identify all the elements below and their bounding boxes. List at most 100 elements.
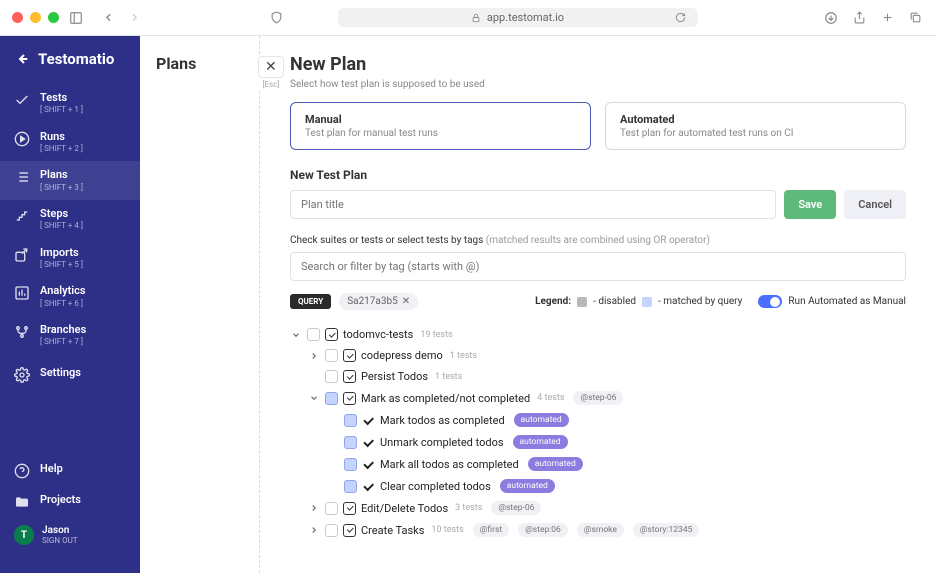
chevron-right-icon[interactable] bbox=[308, 502, 320, 514]
cancel-button[interactable]: Cancel bbox=[844, 190, 906, 219]
import-icon bbox=[14, 247, 30, 263]
automated-badge: automated bbox=[513, 435, 568, 449]
automated-badge: automated bbox=[514, 413, 569, 427]
tag: @first bbox=[473, 523, 509, 537]
play-icon bbox=[14, 131, 30, 147]
chevron-down-icon[interactable] bbox=[290, 329, 302, 341]
query-chip[interactable]: Sa217a3b5 ✕ bbox=[339, 293, 418, 310]
avatar: T bbox=[14, 525, 34, 545]
chevron-right-icon[interactable] bbox=[308, 350, 320, 362]
automated-badge: automated bbox=[528, 457, 583, 471]
close-window[interactable] bbox=[12, 12, 23, 23]
tag: @step-06 bbox=[573, 391, 623, 405]
automated-badge: automated bbox=[500, 479, 555, 493]
chevron-down-icon[interactable] bbox=[308, 392, 320, 404]
close-panel-button[interactable]: ✕ [Esc] bbox=[258, 56, 284, 89]
sidebar-toggle-icon[interactable] bbox=[67, 9, 85, 27]
tree-test[interactable]: Clear completed todos automated bbox=[344, 475, 906, 497]
branch-icon bbox=[14, 324, 30, 340]
remove-query-icon[interactable]: ✕ bbox=[402, 296, 410, 307]
checkmark-icon bbox=[362, 439, 375, 445]
tree-suite[interactable]: codepress demo 1 tests bbox=[308, 345, 906, 366]
suite-icon bbox=[343, 349, 356, 362]
checkbox[interactable] bbox=[344, 414, 357, 427]
tree-test[interactable]: Unmark completed todos automated bbox=[344, 431, 906, 453]
forward-icon[interactable] bbox=[125, 9, 143, 27]
tag: @step-06 bbox=[491, 501, 541, 515]
steps-icon bbox=[14, 208, 30, 224]
sidebar-item-steps[interactable]: Steps[ SHIFT + 4 ] bbox=[0, 200, 140, 239]
gear-icon bbox=[14, 367, 30, 383]
share-icon[interactable] bbox=[850, 9, 868, 27]
legend-matched-swatch bbox=[642, 297, 652, 307]
user-menu[interactable]: T Jason SIGN OUT bbox=[0, 517, 140, 553]
checkmark-icon bbox=[362, 483, 375, 489]
checkbox[interactable] bbox=[344, 436, 357, 449]
checkbox[interactable] bbox=[344, 458, 357, 471]
tree-suite[interactable]: Mark as completed/not completed 4 tests@… bbox=[308, 387, 906, 409]
minimize-window[interactable] bbox=[30, 12, 41, 23]
shield-icon[interactable] bbox=[268, 9, 286, 27]
tree-suite[interactable]: Edit/Delete Todos 3 tests@step-06 bbox=[308, 497, 906, 519]
checkbox[interactable] bbox=[307, 328, 320, 341]
legend: Legend: - disabled - matched by query Ru… bbox=[535, 295, 906, 308]
save-button[interactable]: Save bbox=[784, 190, 836, 219]
page-title: New Plan bbox=[290, 54, 906, 75]
suite-icon bbox=[325, 328, 338, 341]
check-icon bbox=[14, 92, 30, 108]
main-panel: New Plan Select how test plan is suppose… bbox=[260, 36, 936, 573]
tag: @smoke bbox=[577, 523, 624, 537]
checkbox[interactable] bbox=[325, 502, 338, 515]
back-icon[interactable] bbox=[99, 9, 117, 27]
sidebar-item-analytics[interactable]: Analytics[ SHIFT + 6 ] bbox=[0, 277, 140, 316]
checkbox[interactable] bbox=[325, 349, 338, 362]
chevron-right-icon[interactable] bbox=[308, 371, 320, 383]
sidebar-item-branches[interactable]: Branches[ SHIFT + 7 ] bbox=[0, 316, 140, 355]
sidebar-item-help[interactable]: Help bbox=[0, 455, 140, 486]
window-controls bbox=[12, 12, 59, 23]
sidebar-item-plans[interactable]: Plans[ SHIFT + 3 ] bbox=[0, 161, 140, 200]
lock-icon bbox=[471, 13, 481, 23]
sidebar-item-tests[interactable]: Tests[ SHIFT + 1 ] bbox=[0, 84, 140, 123]
filter-input[interactable] bbox=[290, 252, 906, 281]
suite-icon bbox=[343, 392, 356, 405]
plan-type-automated[interactable]: Automated Test plan for automated test r… bbox=[605, 102, 906, 150]
url-text: app.testomat.io bbox=[487, 11, 564, 24]
new-tab-icon[interactable] bbox=[878, 9, 896, 27]
sidebar-item-imports[interactable]: Imports[ SHIFT + 5 ] bbox=[0, 239, 140, 278]
checkbox[interactable] bbox=[325, 392, 338, 405]
tag: @step:06 bbox=[518, 523, 568, 537]
chart-icon bbox=[14, 285, 30, 301]
tree-test[interactable]: Mark all todos as completed automated bbox=[344, 453, 906, 475]
checkbox[interactable] bbox=[325, 370, 338, 383]
plan-type-manual[interactable]: Manual Test plan for manual test runs bbox=[290, 102, 591, 150]
maximize-window[interactable] bbox=[48, 12, 59, 23]
checkmark-icon bbox=[362, 461, 375, 467]
sidebar-item-projects[interactable]: Projects bbox=[0, 486, 140, 517]
brand-link[interactable]: Testomatio bbox=[0, 50, 140, 84]
checkmark-icon bbox=[362, 417, 375, 423]
browser-titlebar: app.testomat.io bbox=[0, 0, 936, 36]
tree-suite[interactable]: Persist Todos 1 tests bbox=[308, 366, 906, 387]
plans-title: Plans bbox=[156, 54, 243, 73]
suite-icon bbox=[343, 370, 356, 383]
sidebar: Testomatio Tests[ SHIFT + 1 ] Runs[ SHIF… bbox=[0, 36, 140, 573]
sidebar-item-settings[interactable]: Settings bbox=[0, 359, 140, 390]
tabs-icon[interactable] bbox=[906, 9, 924, 27]
download-icon[interactable] bbox=[822, 9, 840, 27]
refresh-icon[interactable] bbox=[672, 9, 690, 27]
signout-link[interactable]: SIGN OUT bbox=[42, 536, 78, 545]
checkbox[interactable] bbox=[325, 524, 338, 537]
query-label: QUERY bbox=[290, 294, 331, 309]
tree-suite-root[interactable]: todomvc-tests 19 tests bbox=[290, 324, 906, 345]
chevron-right-icon[interactable] bbox=[308, 524, 320, 536]
sidebar-item-runs[interactable]: Runs[ SHIFT + 2 ] bbox=[0, 123, 140, 162]
checkbox[interactable] bbox=[344, 480, 357, 493]
help-icon bbox=[14, 463, 30, 479]
plan-title-input[interactable] bbox=[290, 190, 776, 219]
run-automated-as-manual-toggle[interactable] bbox=[758, 295, 782, 308]
folder-icon bbox=[14, 494, 30, 510]
tree-test[interactable]: Mark todos as completed automated bbox=[344, 409, 906, 431]
tree-suite[interactable]: Create Tasks 10 tests@first@step:06@smok… bbox=[308, 519, 906, 541]
url-bar[interactable]: app.testomat.io bbox=[338, 8, 698, 27]
